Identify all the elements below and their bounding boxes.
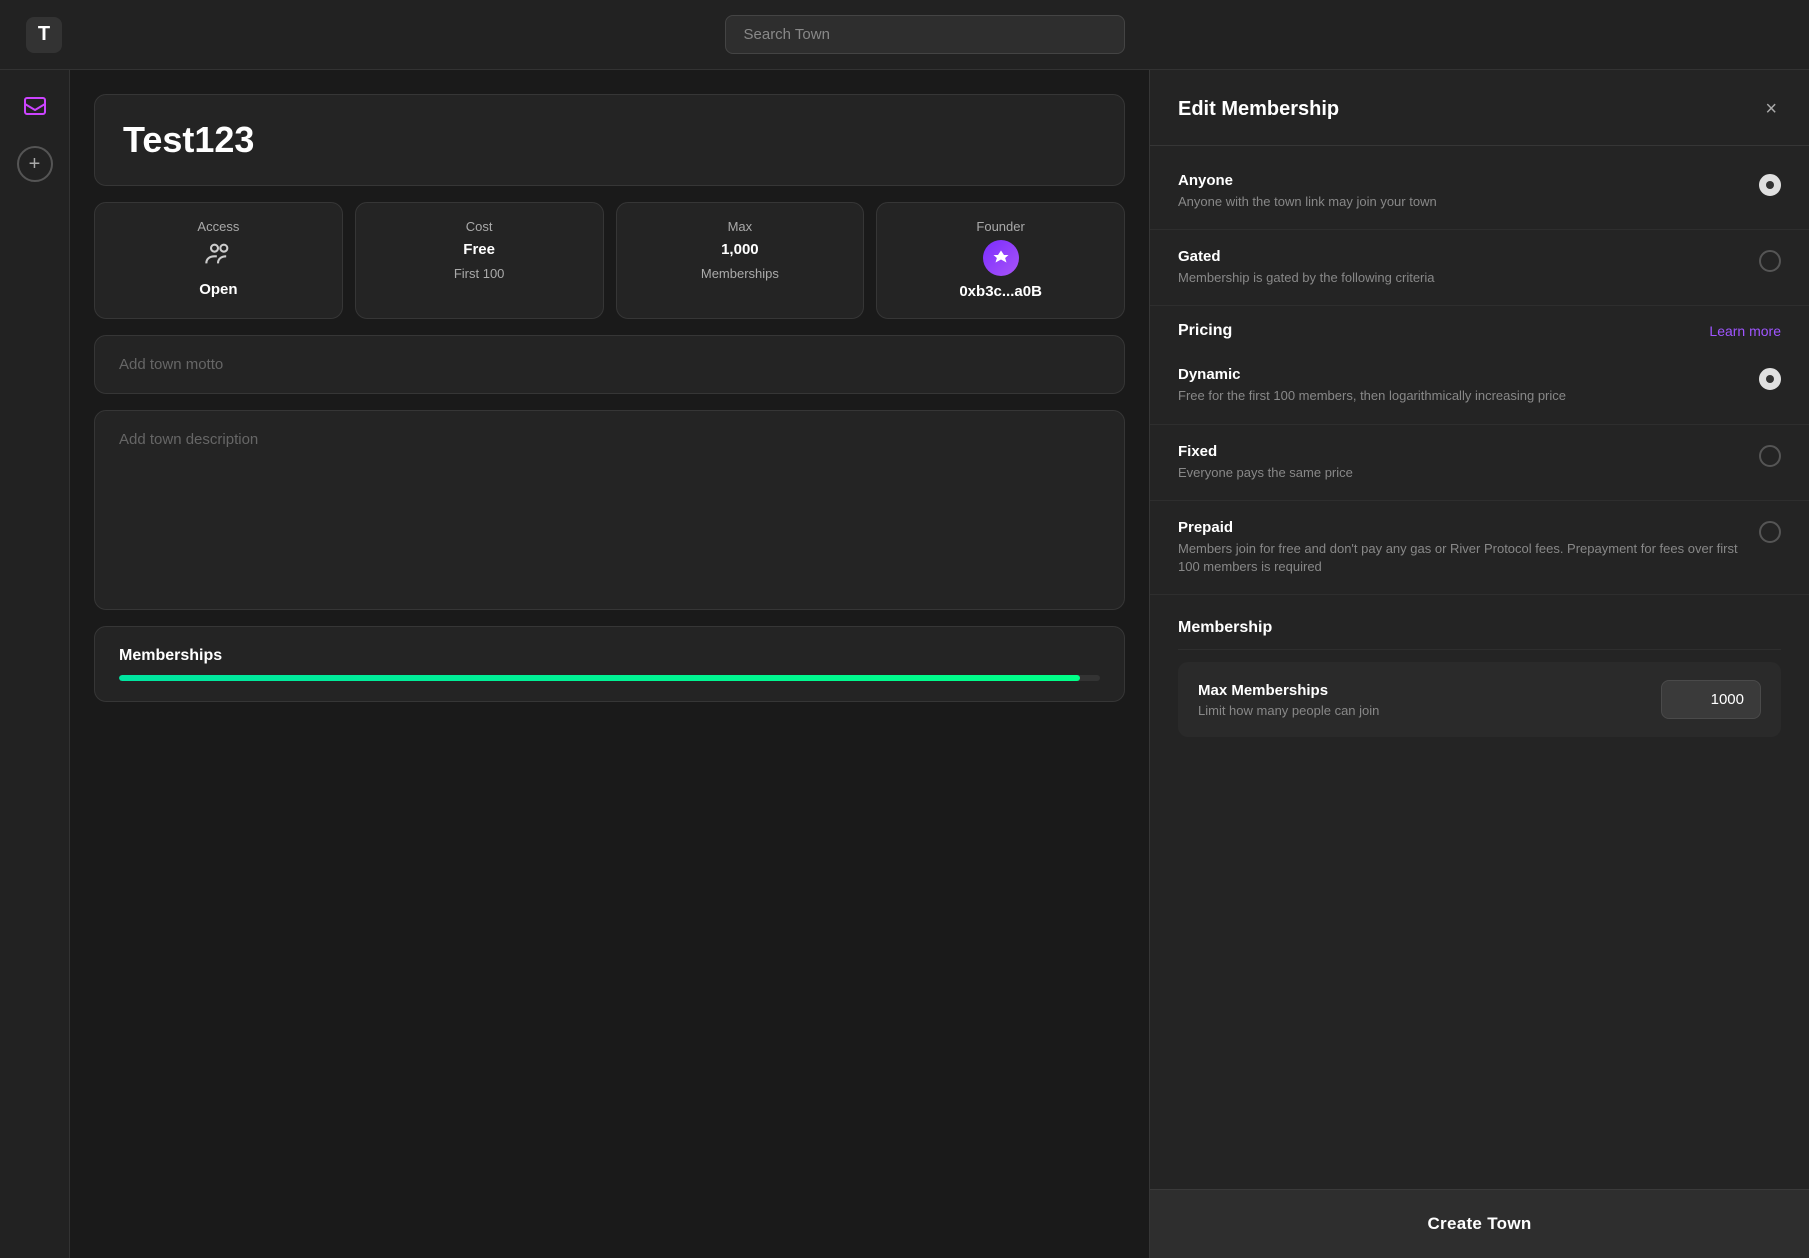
option-info-fixed: Fixed Everyone pays the same price <box>1178 443 1743 482</box>
stat-label-access: Access <box>197 219 239 234</box>
search-bar[interactable]: Search Town <box>725 15 1125 54</box>
membership-section-title: Membership <box>1178 603 1781 650</box>
town-name-input[interactable] <box>123 119 1096 161</box>
option-info-gated: Gated Membership is gated by the followi… <box>1178 248 1743 287</box>
option-name-fixed: Fixed <box>1178 443 1743 460</box>
stat-label-cost: Cost <box>466 219 493 234</box>
radio-anyone[interactable] <box>1759 174 1781 196</box>
option-info-dynamic: Dynamic Free for the first 100 members, … <box>1178 366 1743 405</box>
radio-prepaid[interactable] <box>1759 521 1781 543</box>
option-info-anyone: Anyone Anyone with the town link may joi… <box>1178 172 1743 211</box>
desc-placeholder: Add town description <box>119 431 258 448</box>
stat-label-max: Max <box>728 219 753 234</box>
stat-value-access: Open <box>199 280 237 300</box>
stat-label-founder: Founder <box>976 219 1024 234</box>
pricing-section-title: Pricing <box>1178 322 1232 340</box>
radio-inner-anyone <box>1766 181 1774 189</box>
create-town-button[interactable]: Create Town <box>1150 1189 1809 1258</box>
plus-icon: + <box>29 153 41 176</box>
stat-card-access: Access Open <box>94 202 343 319</box>
edit-panel-header: Edit Membership × <box>1150 70 1809 146</box>
max-m-info: Max Memberships Limit how many people ca… <box>1198 682 1661 718</box>
logo: T <box>24 15 64 55</box>
radio-gated[interactable] <box>1759 250 1781 272</box>
stat-sub-cost: First 100 <box>454 266 505 283</box>
stat-card-founder: Founder 0xb3c...a0B <box>876 202 1125 319</box>
option-desc-dynamic: Free for the first 100 members, then log… <box>1178 387 1743 405</box>
stat-value-max: 1,000 <box>721 240 759 260</box>
town-name-box <box>94 94 1125 186</box>
stats-row: Access Open Cost Free First 100 <box>94 202 1125 319</box>
stat-value-cost: Free <box>463 240 495 260</box>
logo-icon: T <box>26 17 62 53</box>
topbar: T Search Town <box>0 0 1809 70</box>
sidebar-item-inbox[interactable] <box>15 86 55 126</box>
max-memberships-row: Max Memberships Limit how many people ca… <box>1178 662 1781 737</box>
right-panel: Edit Membership × Anyone Anyone with the… <box>1149 70 1809 1258</box>
close-button[interactable]: × <box>1761 94 1781 125</box>
max-m-label: Max Memberships <box>1198 682 1661 699</box>
founder-avatar <box>983 240 1019 276</box>
progress-bar-bg <box>119 675 1100 681</box>
option-name-gated: Gated <box>1178 248 1743 265</box>
desc-box[interactable]: Add town description <box>94 410 1125 610</box>
learn-more-link[interactable]: Learn more <box>1709 323 1781 339</box>
stat-card-cost: Cost Free First 100 <box>355 202 604 319</box>
option-name-dynamic: Dynamic <box>1178 366 1743 383</box>
edit-panel-title: Edit Membership <box>1178 98 1339 121</box>
option-desc-gated: Membership is gated by the following cri… <box>1178 269 1743 287</box>
sidebar-add-button[interactable]: + <box>17 146 53 182</box>
option-info-prepaid: Prepaid Members join for free and don't … <box>1178 519 1743 576</box>
option-row-anyone: Anyone Anyone with the town link may joi… <box>1150 154 1809 230</box>
sidebar: + <box>0 70 70 1258</box>
stat-card-max: Max 1,000 Memberships <box>616 202 865 319</box>
motto-placeholder: Add town motto <box>119 356 223 373</box>
max-m-desc: Limit how many people can join <box>1198 703 1661 718</box>
memberships-title: Memberships <box>119 647 1100 665</box>
search-placeholder: Search Town <box>744 26 830 43</box>
memberships-section: Memberships <box>94 626 1125 702</box>
max-memberships-input[interactable] <box>1661 680 1761 719</box>
stat-sub-max: Memberships <box>701 266 779 283</box>
option-row-prepaid: Prepaid Members join for free and don't … <box>1150 501 1809 595</box>
radio-dynamic[interactable] <box>1759 368 1781 390</box>
membership-section: Membership Max Memberships Limit how man… <box>1150 595 1809 753</box>
option-desc-fixed: Everyone pays the same price <box>1178 464 1743 482</box>
stat-value-founder: 0xb3c...a0B <box>959 282 1042 302</box>
radio-inner-dynamic <box>1766 375 1774 383</box>
pricing-section-header: Pricing Learn more <box>1150 306 1809 348</box>
main-layout: + Access <box>0 70 1809 1258</box>
people-icon <box>204 240 232 274</box>
option-name-anyone: Anyone <box>1178 172 1743 189</box>
left-panel: Access Open Cost Free First 100 <box>70 70 1149 1258</box>
option-row-fixed: Fixed Everyone pays the same price <box>1150 425 1809 501</box>
radio-fixed[interactable] <box>1759 445 1781 467</box>
content-area: Access Open Cost Free First 100 <box>70 70 1809 1258</box>
edit-panel-body: Anyone Anyone with the town link may joi… <box>1150 146 1809 1189</box>
progress-bar-fill <box>119 675 1080 681</box>
option-desc-anyone: Anyone with the town link may join your … <box>1178 193 1743 211</box>
option-row-gated: Gated Membership is gated by the followi… <box>1150 230 1809 306</box>
motto-box[interactable]: Add town motto <box>94 335 1125 394</box>
option-desc-prepaid: Members join for free and don't pay any … <box>1178 540 1743 576</box>
option-row-dynamic: Dynamic Free for the first 100 members, … <box>1150 348 1809 424</box>
option-name-prepaid: Prepaid <box>1178 519 1743 536</box>
